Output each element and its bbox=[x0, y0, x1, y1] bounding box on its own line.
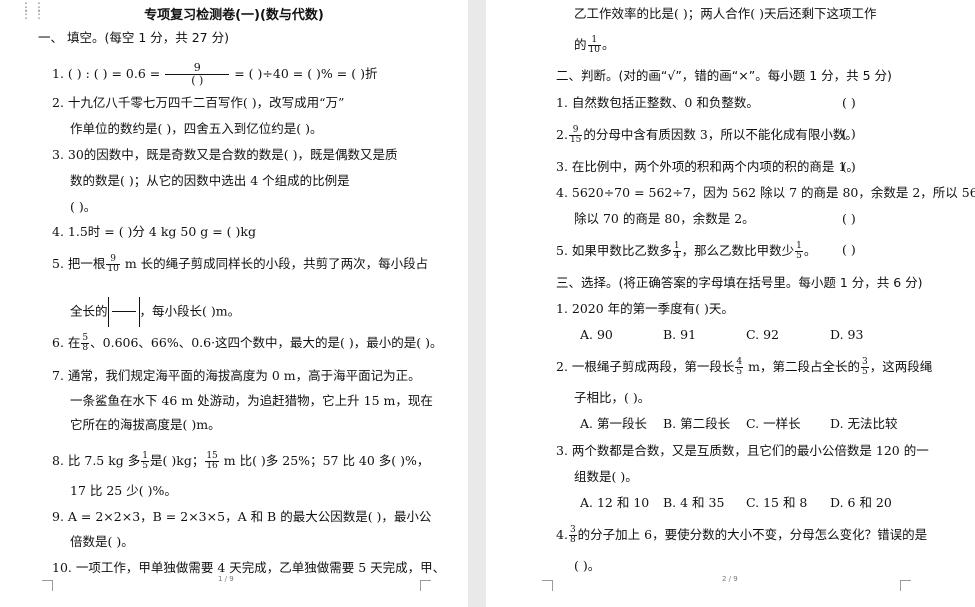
section-true-false: 二、判断。(对的画“√”，错的画“×”。每小题 1 分，共 5 分) bbox=[556, 68, 892, 83]
choice-3-line-2: 组数是( )。 bbox=[574, 469, 638, 484]
choice-1-option-c[interactable]: C. 92 bbox=[746, 327, 779, 343]
choice-2-line-1: 2. 一根绳子剪成两段，第一段长 4 5 m，第二段占全长的 3 5 ，这两段绳 bbox=[556, 357, 933, 377]
choice-4-line-2: ( )。 bbox=[574, 558, 601, 573]
judge-3: 3. 在比例中，两个外项的积和两个内项的积的商是 1。 bbox=[556, 159, 859, 174]
question-10-line-3: 的 1 10。 bbox=[574, 35, 615, 55]
fraction: 58 bbox=[81, 333, 90, 353]
fraction: 9 15 bbox=[568, 125, 583, 145]
question-10-line-2: 乙工作效率的比是( )；两人合作( )天后还剩下这项工作 bbox=[574, 6, 877, 21]
page-number: 1 / 9 bbox=[218, 575, 234, 583]
fraction-answer-box[interactable] bbox=[107, 297, 140, 327]
answer-paren[interactable]: ( ) bbox=[842, 159, 856, 175]
choice-2-option-d[interactable]: D. 无法比较 bbox=[830, 416, 898, 432]
question-3-line-2: 数的数是( )；从它的因数中选出 4 个组成的比例是 bbox=[70, 173, 350, 188]
fraction: 9( ) bbox=[165, 62, 230, 87]
page-1: ⋮⋮ ⋮⋮ 专项复习检测卷(一)(数与代数) 一、 填空。(每空 1 分，共 27… bbox=[0, 0, 468, 607]
choice-3-option-c[interactable]: C. 15 和 8 bbox=[746, 495, 807, 511]
page-2: 乙工作效率的比是( )；两人合作( )天后还剩下这项工作 的 1 10。 二、判断。… bbox=[486, 0, 975, 607]
choice-1-option-a[interactable]: A. 90 bbox=[580, 327, 613, 343]
answer-paren[interactable]: ( ) bbox=[842, 211, 856, 227]
page-number: 2 / 9 bbox=[722, 575, 738, 583]
page-corner-mark bbox=[42, 580, 53, 591]
document-viewer: ⋮⋮ ⋮⋮ 专项复习检测卷(一)(数与代数) 一、 填空。(每空 1 分，共 27… bbox=[0, 0, 975, 607]
page-gap bbox=[468, 0, 486, 607]
section-multiple-choice: 三、选择。(将正确答案的字母填在括号里。每小题 1 分，共 6 分) bbox=[556, 275, 923, 290]
page-corner-mark bbox=[900, 580, 911, 591]
answer-paren[interactable]: ( ) bbox=[842, 95, 856, 111]
question-4: 4. 1.5时 = ( )分 4 kg 50 g = ( )kg bbox=[52, 224, 256, 239]
question-8-line-2: 17 比 25 少( )%。 bbox=[70, 483, 177, 498]
judge-2: 2. 9 15 的分母中含有质因数 3，所以不能化成有限小数。 bbox=[556, 125, 858, 145]
section-fill-blank: 一、 填空。(每空 1 分，共 27 分) bbox=[38, 30, 229, 45]
fraction: 38 bbox=[568, 525, 577, 545]
choice-1-option-d[interactable]: D. 93 bbox=[830, 327, 863, 343]
choice-3-line-1: 3. 两个数都是合数，又是互质数，且它们的最小公倍数是 120 的一 bbox=[556, 443, 929, 458]
question-3-line-1: 3. 30的因数中，既是奇数又是合数的数是( )，既是偶数又是质 bbox=[52, 147, 398, 162]
question-1: 1. ( ) : ( ) = 0.6 = 9( ) = ( )÷40 = ( )… bbox=[52, 61, 378, 87]
choice-2-option-b[interactable]: B. 第二段长 bbox=[663, 416, 730, 432]
fraction: 35 bbox=[860, 357, 869, 377]
question-7-line-1: 7. 通常，我们规定海平面的海拔高度为 0 m，高于海平面记为正。 bbox=[52, 368, 421, 383]
choice-2-line-2: 子相比，( )。 bbox=[574, 390, 651, 405]
choice-3-option-d[interactable]: D. 6 和 20 bbox=[830, 495, 892, 511]
question-7-line-3: 它所在的海拔高度是( )m。 bbox=[70, 417, 221, 432]
choice-3-option-a[interactable]: A. 12 和 10 bbox=[580, 495, 649, 511]
fraction: 15 bbox=[141, 451, 150, 471]
fraction: 15 bbox=[795, 241, 803, 261]
question-9-line-2: 倍数是( )。 bbox=[70, 534, 134, 549]
judge-4-line-2: 除以 70 的商是 80，余数是 2。 bbox=[574, 211, 755, 226]
page-corner-mark bbox=[542, 580, 553, 591]
page-corner-mark bbox=[420, 580, 431, 591]
fraction: 15 16 bbox=[205, 451, 219, 471]
judge-5: 5. 如果甲数比乙数多 1 4 ，那么乙数比甲数少 1 5。 bbox=[556, 241, 817, 261]
choice-2-option-a[interactable]: A. 第一段长 bbox=[580, 416, 647, 432]
question-5-line-1: 5. 把一根 9 10 m 长的绳子剪成同样长的小段，共剪了两次，每小段占 bbox=[52, 254, 429, 274]
choice-1: 1. 2020 年的第一季度有( )天。 bbox=[556, 301, 734, 316]
page-title: 专项复习检测卷(一)(数与代数) bbox=[144, 8, 324, 23]
question-5-line-2: 全长的 ，每小段长( )m。 bbox=[70, 297, 240, 327]
choice-4-line-1: 4. 3 8 的分子加上 6，要使分数的大小不变，分母怎么变化？错误的是 bbox=[556, 525, 928, 545]
fraction: 45 bbox=[735, 357, 744, 377]
question-9-line-1: 9. A = 2×2×3，B = 2×3×5，A 和 B 的最大公因数是( )，… bbox=[52, 509, 432, 524]
question-3-line-3: ( )。 bbox=[70, 199, 97, 214]
question-2-line-2: 作单位的数约是( )，四舍五入到亿位约是( )。 bbox=[70, 121, 323, 136]
fraction: 9 10 bbox=[106, 254, 120, 274]
question-6: 6. 在 5 8 、0.606、66%、0.6·这四个数中，最大的是( )，最小的是(… bbox=[52, 333, 443, 353]
fraction: 14 bbox=[672, 241, 681, 261]
question-7-line-2: 一条鲨鱼在水下 46 m 处游动，为追赶猎物，它上升 15 m，现在 bbox=[70, 393, 433, 408]
fraction: 1 10 bbox=[587, 35, 601, 55]
question-8-line-1: 8. 比 7.5 kg 多 1 5 是( )kg； 15 16 m 比( )多 25%；5… bbox=[52, 451, 430, 471]
choice-1-option-b[interactable]: B. 91 bbox=[663, 327, 696, 343]
answer-paren[interactable]: ( ) bbox=[842, 126, 856, 142]
judge-4-line-1: 4. 5620÷70 = 562÷7，因为 562 除以 7 的商是 80，余数… bbox=[556, 185, 975, 200]
question-10-line-1: 10. 一项工作，甲单独做需要 4 天完成，乙单独做需要 5 天完成，甲、 bbox=[52, 560, 446, 575]
judge-1: 1. 自然数包括正整数、0 和负整数。 bbox=[556, 95, 759, 110]
question-2-line-1: 2. 十九亿八千零七万四千二百写作( )，改写成用“万” bbox=[52, 95, 345, 110]
choice-2-option-c[interactable]: C. 一样长 bbox=[746, 416, 801, 432]
answer-paren[interactable]: ( ) bbox=[842, 242, 856, 258]
choice-3-option-b[interactable]: B. 4 和 35 bbox=[663, 495, 724, 511]
